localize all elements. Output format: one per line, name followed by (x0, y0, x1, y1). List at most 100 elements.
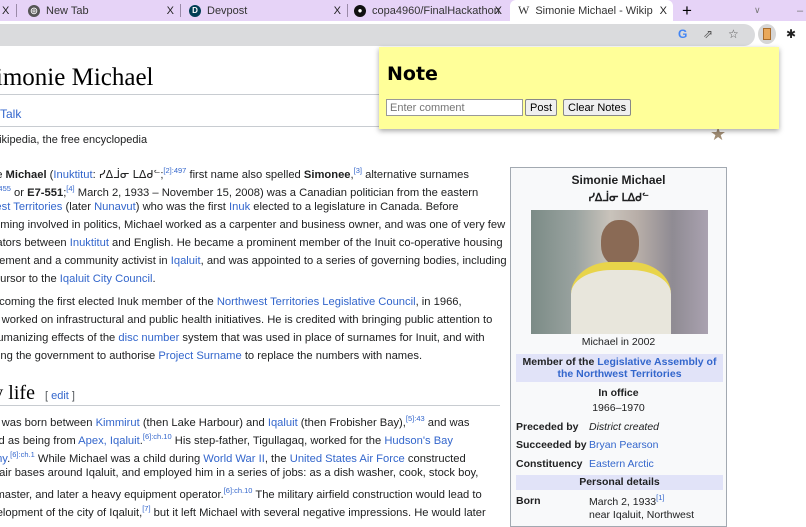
text: (then Frobisher Bay), (298, 417, 406, 429)
bookmark-star-icon[interactable]: ☆ (728, 27, 739, 41)
tab-search-chevron-icon[interactable]: ∨ (754, 0, 761, 21)
article-link[interactable]: United States Air Force (290, 453, 405, 465)
citation-link[interactable]: [7] (142, 504, 150, 513)
edit-link[interactable]: [ edit ] (45, 390, 75, 402)
citation-link[interactable]: [6]:ch.10 (224, 486, 253, 495)
text: After becoming the first elected Inuk me… (0, 296, 217, 308)
text: Michael worked on infrastructural and pu… (0, 314, 492, 326)
article-link[interactable]: Project Surname (158, 350, 241, 362)
article-link[interactable]: Company (0, 453, 7, 465)
tagline: From Wikipedia, the free encyclopedia (0, 134, 147, 146)
google-icon[interactable]: G (678, 27, 687, 41)
born-label: Born (516, 495, 541, 507)
article-link[interactable]: Inuktitut (53, 169, 92, 181)
infobox-title: Simonie Michael (511, 173, 726, 187)
citation-link[interactable]: [4] (66, 184, 74, 193)
text: Michael was born between (0, 417, 96, 429)
text: system that was used in place of surname… (179, 332, 484, 344)
minimize-icon[interactable]: – (797, 0, 803, 21)
citation-link[interactable]: [6]:ch.1 (10, 450, 35, 459)
article-link[interactable]: Northwest Territories Legislative Counci… (217, 296, 416, 308)
chrome-icon: ◎ (28, 5, 40, 17)
close-icon[interactable]: X (495, 5, 502, 17)
paragraph-line: several air bases around Iqaluit, and em… (0, 466, 478, 480)
tab-new-tab[interactable]: X◎New TabX (0, 0, 180, 21)
article-link[interactable]: Apex, Iqaluit (78, 435, 140, 447)
text: or (11, 187, 27, 199)
paragraph-line: Simonie Michael (Inuktitut: ᓯᐃᒨᓂ ᒪᐃᑯᓪ;[2… (0, 164, 469, 182)
paragraph-line: [2]:455 or E7-551;[4] March 2, 1933 – No… (0, 182, 478, 200)
constituency-link[interactable]: Eastern Arctic (589, 458, 654, 470)
page-title: Simonie Michael (0, 64, 154, 92)
post-button[interactable]: Post (525, 99, 557, 116)
close-icon[interactable]: X (660, 5, 667, 17)
note-popup: Note Post Clear Notes (379, 47, 779, 129)
office-header: Member of the Legislative Assembly of th… (516, 354, 723, 382)
text: several air bases around Iqaluit, and em… (0, 467, 478, 479)
citation-link[interactable]: [2]:455 (0, 184, 11, 193)
article-link[interactable]: Iqaluit City Council (60, 273, 153, 285)
divider (0, 405, 500, 406)
article-link[interactable]: Hudson's Bay (384, 435, 453, 447)
infobox: Simonie Michael ᓯᐃᒨᓂ ᒪᐃᑯᓪ Michael in 200… (510, 167, 727, 527)
personal-details-header: Personal details (516, 475, 723, 490)
succeeded-label: Succeeded by (516, 439, 587, 451)
text: While Michael was a child during (35, 453, 204, 465)
text: , and was appointed to a series of gover… (201, 255, 507, 267)
text: becoming involved in politics, Michael w… (0, 219, 505, 231)
text: the dehumanizing effects of the (0, 332, 118, 344)
clear-notes-button[interactable]: Clear Notes (563, 99, 631, 116)
text: convincing the government to authorise (0, 350, 158, 362)
text: (then Lake Harbour) and (140, 417, 268, 429)
citation-link[interactable]: [3] (354, 166, 362, 175)
divider (0, 126, 380, 127)
text: a precursor to the (0, 273, 60, 285)
tab-wikipedia[interactable]: WSimonie Michael - WikipediaX (510, 0, 673, 21)
text: : ᓯᐃᒨᓂ ᒪᐃᑯᓪ; (93, 169, 164, 181)
extensions-puzzle-icon[interactable]: ✱ (786, 27, 796, 41)
article-link[interactable]: Inuktitut (70, 237, 109, 249)
citation-link[interactable]: [6]:ch.10 (143, 432, 172, 441)
devpost-icon: D (189, 5, 201, 17)
tab-devpost[interactable]: DDevpostX (181, 0, 347, 21)
paragraph-line: the dehumanizing effects of the disc num… (0, 331, 485, 345)
article-link[interactable]: Iqaluit (268, 417, 298, 429)
text: constructed (405, 453, 466, 465)
article-link[interactable]: Northwest Territories (0, 201, 62, 213)
portrait-photo[interactable] (531, 210, 708, 334)
preceded-label: Preceded by (516, 421, 578, 433)
comment-input[interactable] (386, 99, 523, 116)
address-bar[interactable] (0, 24, 755, 46)
citation-link[interactable]: [2]:497 (163, 166, 186, 175)
text: Michael (6, 169, 47, 181)
citation-link[interactable]: [5]:43 (406, 414, 425, 423)
tab-github[interactable]: ●copa4960/FinalHackathonX (348, 0, 508, 21)
close-icon[interactable]: X (167, 5, 174, 17)
text: elected to a legislature in Canada. Befo… (250, 201, 458, 213)
new-tab-button[interactable]: + (682, 0, 692, 21)
succeeded-link[interactable]: Bryan Pearson (589, 439, 658, 451)
close-icon[interactable]: X (334, 5, 341, 17)
notes-extension-icon[interactable] (758, 24, 776, 44)
article-link[interactable]: disc number (118, 332, 179, 344)
paragraph-line: a precursor to the Iqaluit City Council. (0, 272, 156, 286)
article-link[interactable]: World War II (203, 453, 265, 465)
article-link[interactable]: Nunavut (94, 201, 136, 213)
article-link[interactable]: Inuk (229, 201, 250, 213)
close-icon[interactable]: X (2, 5, 9, 17)
section-heading: Early life[ edit ] (0, 382, 75, 405)
share-icon[interactable]: ⇗ (703, 27, 713, 41)
paragraph-line: becoming involved in politics, Michael w… (0, 218, 505, 232)
paragraph-line: movement and a community activist in Iqa… (0, 254, 507, 268)
article-link[interactable]: Iqaluit (171, 255, 201, 267)
paragraph-line: Northwest Territories (later Nunavut) wh… (0, 200, 459, 214)
article-link[interactable]: Kimmirut (96, 417, 140, 429)
text: His step-father, Tigullagaq, worked for … (172, 435, 385, 447)
paragraph-line: After becoming the first elected Inuk me… (0, 295, 462, 309)
text: first name also spelled (186, 169, 304, 181)
term: 1966–1970 (511, 402, 726, 414)
text: but it left Michael with several negativ… (151, 507, 486, 519)
preceded-value: District created (589, 421, 659, 433)
talk-tab[interactable]: Talk (0, 107, 21, 121)
text: Simonee (304, 169, 351, 181)
